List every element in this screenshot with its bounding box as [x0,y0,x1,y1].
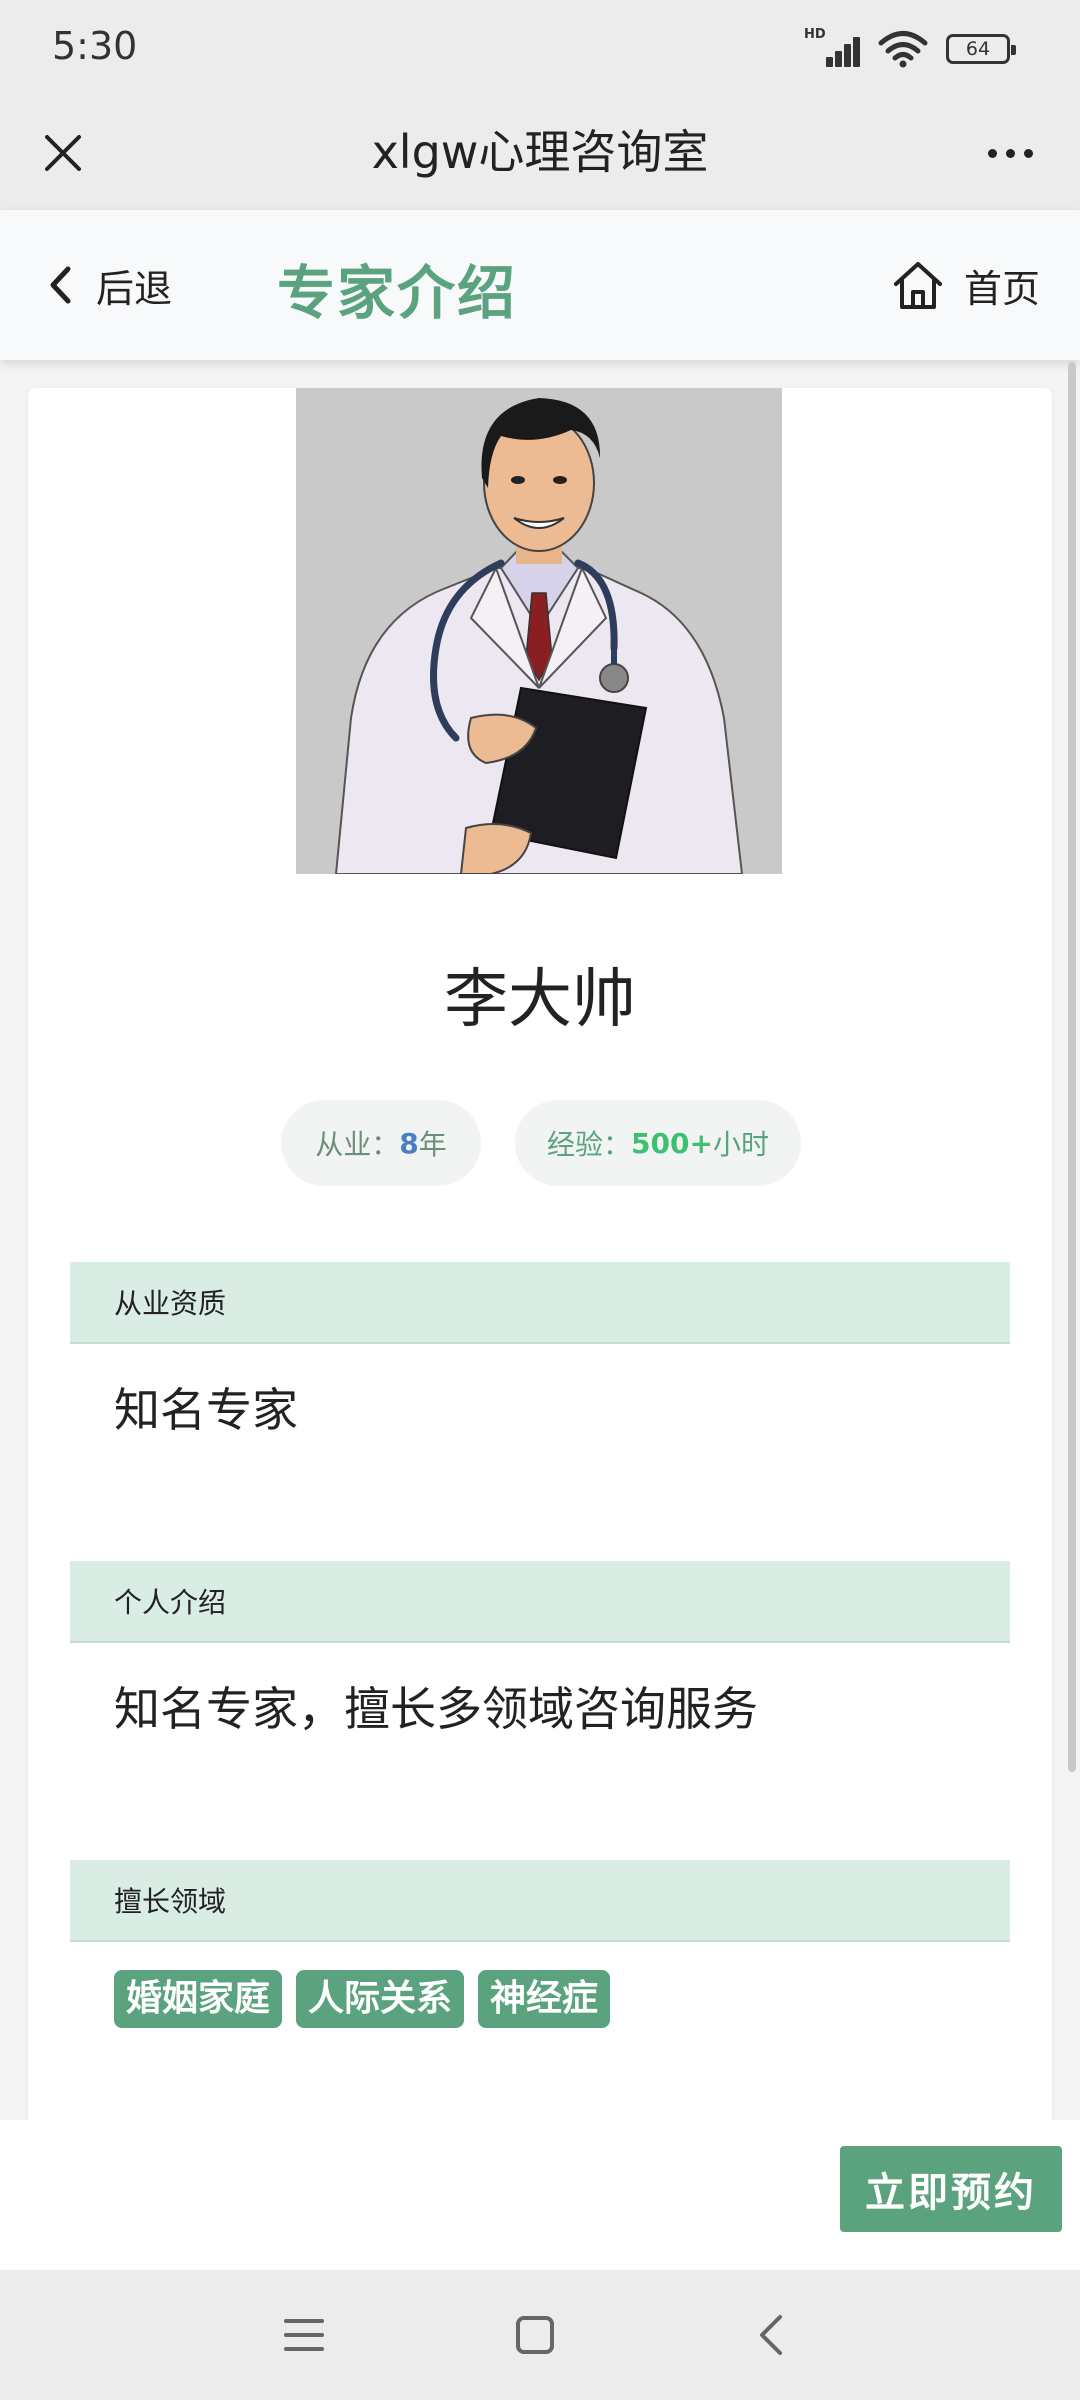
section-intro-header: 个人介绍 [70,1561,1010,1643]
experience-badge: 经验： 500+ 小时 [515,1100,801,1186]
menu-icon [284,2319,324,2351]
experience-value: 500+ [631,1126,713,1160]
specialty-tags: 婚姻家庭 人际关系 神经症 [114,1970,611,2028]
specialty-tag: 人际关系 [296,1970,465,2028]
status-time: 5:30 [52,24,138,68]
experience-unit: 小时 [712,1128,769,1161]
signal-icon: HD [804,27,860,67]
home-label: 首页 [963,266,1040,311]
section-qualification-content: 知名专家 [114,1383,298,1437]
back-nav-button[interactable] [735,2300,805,2370]
close-icon [45,135,81,171]
webview-title-bar: xlgw心理咨询室 [0,96,1080,210]
webview-title: xlgw心理咨询室 [371,125,709,179]
years-value: 8 [399,1126,419,1160]
back-button[interactable]: 后退 [48,254,172,316]
battery-level: 64 [965,38,991,60]
network-type-label: HD [804,27,826,42]
expert-name: 李大帅 [444,963,636,1037]
close-button[interactable] [28,118,98,188]
chevron-left-icon [50,266,71,304]
page-title: 专家介绍 [277,259,518,327]
wifi-icon [878,31,928,68]
back-label: 后退 [96,266,173,311]
system-nav-bar [0,2270,1080,2400]
square-icon [516,2316,554,2354]
expert-avatar [296,388,782,874]
experience-key: 经验： [547,1128,632,1161]
bottom-action-bar: 立即预约 [0,2120,1080,2270]
book-now-button[interactable]: 立即预约 [840,2146,1062,2232]
menu-button[interactable] [269,2300,339,2370]
years-badge: 从业： 8 年 [281,1100,481,1186]
more-icon [987,148,997,158]
home-button[interactable]: 首页 [892,254,1040,316]
app-header: 后退 专家介绍 首页 [0,210,1080,360]
status-bar: 5:30 HD 64 [0,0,1080,96]
back-nav-icon [760,2315,782,2355]
more-button[interactable] [970,118,1050,188]
specialty-tag: 婚姻家庭 [114,1970,283,2028]
specialty-tag: 神经症 [478,1970,611,2028]
home-icon [893,262,942,309]
expert-card: 李大帅 从业： 8 年 经验： 500+ 小时 从业资质 知名专家 个人介绍 知… [28,388,1052,2128]
status-icons: HD 64 [804,27,1016,68]
battery-icon: 64 [946,34,1016,64]
section-qualification-header: 从业资质 [70,1262,1010,1344]
doctor-illustration [296,388,782,874]
home-nav-button[interactable] [500,2300,570,2370]
section-specialties-header: 擅长领域 [70,1860,1010,1942]
section-intro-content: 知名专家，擅长多领域咨询服务 [114,1682,758,1736]
years-key: 从业： [315,1128,400,1161]
years-unit: 年 [418,1128,447,1161]
scrollbar[interactable] [1068,362,1076,1772]
